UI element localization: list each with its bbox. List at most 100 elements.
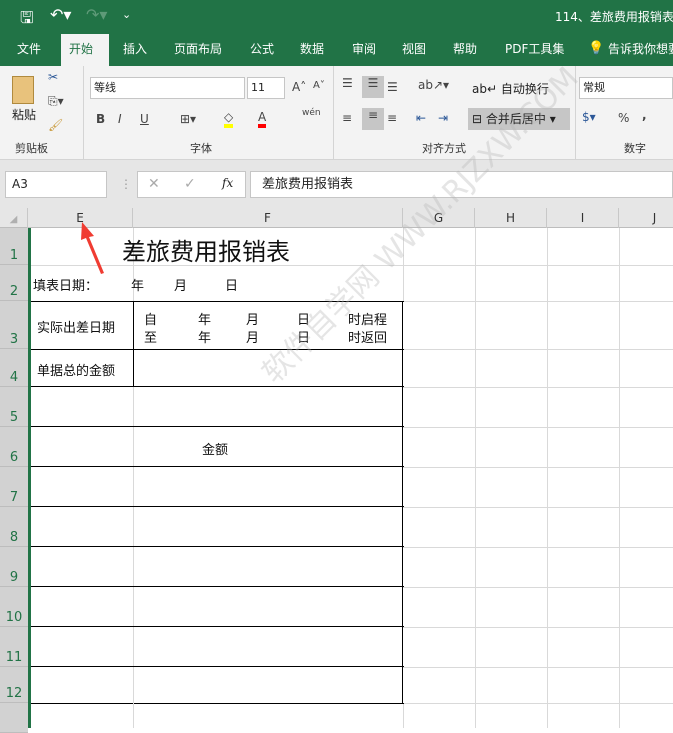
insert-function-icon[interactable]: fx (222, 176, 233, 190)
align-middle-icon[interactable]: ☰ (362, 76, 384, 98)
font-size-select[interactable]: 11 (247, 77, 285, 99)
row-header[interactable]: 2 (0, 265, 28, 301)
row-header[interactable]: 9 (0, 547, 28, 587)
increase-indent-icon[interactable]: ⇥ (438, 111, 448, 125)
alignment-label: 对齐方式 (422, 142, 466, 155)
row-header[interactable]: 1 (0, 228, 28, 265)
row-header[interactable]: 10 (0, 587, 28, 627)
decrease-font-icon[interactable]: A˅ (313, 80, 325, 91)
number-format-select[interactable]: 常规 (579, 77, 673, 99)
fill-color-icon[interactable]: ◇ (224, 110, 234, 128)
tab-formulas[interactable]: 公式 (242, 34, 282, 66)
row-header[interactable]: 4 (0, 349, 28, 387)
name-box[interactable]: A3 (5, 171, 107, 198)
more-icon: ⋮ (120, 177, 132, 191)
align-top-icon[interactable]: ☰ (342, 76, 353, 90)
day-label: 日 (297, 331, 311, 346)
save-icon[interactable]: 🖫 (20, 7, 34, 34)
orientation-icon[interactable]: ab↗▾ (418, 78, 449, 92)
month-label: 月 (174, 279, 188, 294)
row-header[interactable]: 7 (0, 467, 28, 507)
border-icon[interactable]: ⊞▾ (180, 112, 196, 126)
decrease-indent-icon[interactable]: ⇤ (416, 111, 426, 125)
clipboard-group: 粘贴 ✂ ⎘▾ 🖌 剪贴板 (0, 66, 84, 160)
to-label: 至 (144, 331, 158, 346)
paste-icon[interactable] (12, 76, 34, 104)
italic-button[interactable]: I (118, 112, 122, 126)
tab-home[interactable]: 开始 (61, 34, 109, 66)
enter-icon[interactable]: ✓ (184, 176, 196, 192)
gridline (403, 547, 673, 548)
redo-icon[interactable]: ↷▾ (86, 5, 107, 24)
start-label: 时启程 (348, 313, 388, 328)
format-painter-icon[interactable]: 🖌 (48, 118, 63, 132)
phonetic-icon[interactable]: wén (302, 108, 321, 118)
bold-button[interactable]: B (96, 112, 105, 126)
total-amount-label[interactable]: 单据总的金额 (37, 360, 115, 379)
ribbon: 粘贴 ✂ ⎘▾ 🖌 剪贴板 等线 11 A˄ A˅ B I U ⊞▾ ◇ A w… (0, 66, 673, 160)
row-header[interactable]: 8 (0, 507, 28, 547)
percent-button[interactable]: % (618, 111, 629, 125)
cancel-icon[interactable]: ✕ (148, 176, 160, 192)
actual-date-label[interactable]: 实际出差日期 (37, 317, 115, 336)
month-label: 月 (246, 313, 260, 328)
tab-help[interactable]: 帮助 (445, 34, 485, 66)
underline-button[interactable]: U (140, 112, 149, 126)
tell-me-search[interactable]: 告诉我你想要 (600, 34, 673, 66)
align-left-icon[interactable]: ≡ (342, 111, 352, 125)
alignment-group: ☰ ☰ ☰ ab↗▾ ≡ ≡ ≡ ⇤ ⇥ ab↵ 自动换行 ⊟ 合并后居中 ▾ … (334, 66, 576, 160)
currency-icon[interactable]: $▾ (582, 110, 596, 124)
column-header-f[interactable]: F (133, 208, 403, 228)
formula-bar: A3 ⋮ ✕ ✓ fx 差旅费用报销表 (0, 160, 673, 208)
row-header[interactable]: 11 (0, 627, 28, 667)
comma-button[interactable]: , (642, 108, 647, 122)
table-border (28, 466, 404, 467)
customize-qat-icon[interactable]: ⌄ (122, 8, 131, 21)
selection-border (28, 228, 31, 728)
gridline (403, 228, 404, 301)
increase-font-icon[interactable]: A˄ (292, 80, 306, 94)
row-header[interactable]: 5 (0, 387, 28, 427)
column-header-h[interactable]: H (475, 208, 547, 228)
wrap-text-icon: ab↵ (472, 82, 501, 96)
font-name-select[interactable]: 等线 (90, 77, 245, 99)
tab-data[interactable]: 数据 (292, 34, 332, 66)
select-all-button[interactable]: ◢ (0, 208, 28, 228)
gridline (403, 627, 673, 628)
row-header[interactable]: 3 (0, 301, 28, 349)
copy-icon[interactable]: ⎘▾ (48, 94, 64, 109)
align-bottom-icon[interactable]: ☰ (387, 80, 398, 94)
column-header-j[interactable]: J (619, 208, 673, 228)
tab-pdf-tools[interactable]: PDF工具集 (497, 34, 572, 66)
row-header[interactable]: 6 (0, 427, 28, 467)
tab-file[interactable]: 文件 (9, 34, 49, 66)
wrap-text-button[interactable]: ab↵ 自动换行 (472, 80, 549, 97)
merge-icon: ⊟ (472, 112, 486, 126)
clipboard-label: 剪贴板 (15, 142, 48, 155)
gridline (403, 467, 673, 468)
tab-view[interactable]: 视图 (394, 34, 434, 66)
row-header[interactable]: 12 (0, 667, 28, 703)
window-title: 114、差旅费用报销表 (555, 10, 673, 24)
column-header-g[interactable]: G (403, 208, 475, 228)
tab-page-layout[interactable]: 页面布局 (166, 34, 230, 66)
column-header-i[interactable]: I (547, 208, 619, 228)
formula-input[interactable]: 差旅费用报销表 (250, 171, 673, 198)
row-header[interactable] (0, 703, 28, 733)
year-label: 年 (198, 313, 212, 328)
undo-icon[interactable]: ↶▾ (50, 5, 71, 24)
sheet-title[interactable]: 差旅费用报销表 (122, 232, 290, 267)
tab-review[interactable]: 审阅 (344, 34, 384, 66)
gridline (619, 228, 620, 728)
gridline (403, 387, 673, 388)
font-color-icon[interactable]: A (258, 110, 267, 128)
paste-button[interactable]: 粘贴 (12, 106, 36, 123)
table-border (28, 349, 404, 350)
align-center-icon[interactable]: ≡ (362, 108, 384, 130)
tab-insert[interactable]: 插入 (115, 34, 155, 66)
merge-center-button[interactable]: ⊟ 合并后居中 ▾ (468, 108, 570, 130)
amount-label[interactable]: 金额 (202, 439, 228, 458)
align-right-icon[interactable]: ≡ (387, 111, 397, 125)
gridline (547, 228, 548, 728)
cut-icon[interactable]: ✂ (48, 70, 58, 84)
